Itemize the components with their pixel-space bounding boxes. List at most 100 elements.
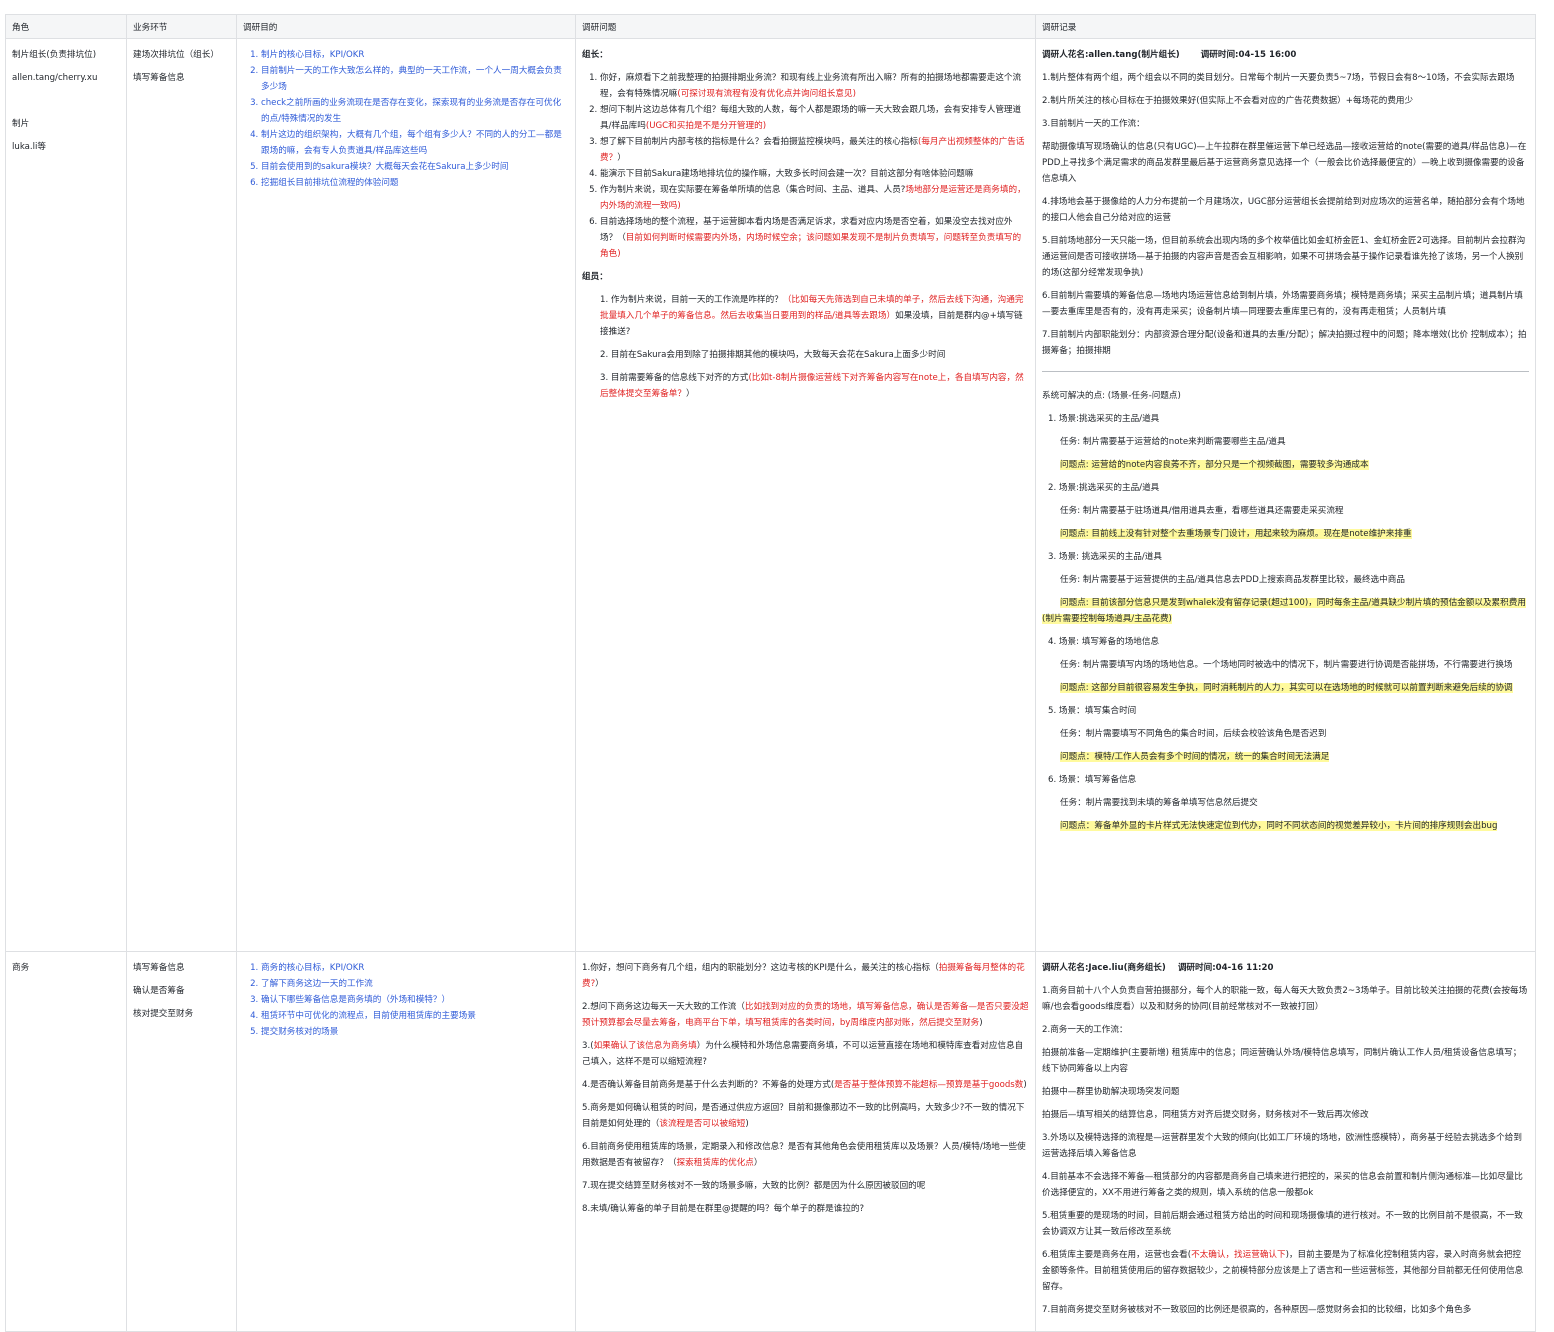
scene-line: 1. 场景:挑选采买的主品/道具 — [1048, 414, 1160, 424]
biz-cell: 填写筹备信息 确认是否筹备 核对提交至财务 — [126, 951, 237, 1332]
record-line: 拍摄前准备—定期维护(主要新增) 租赁库中的信息；同运营确认外场/模特信息填写，… — [1042, 1048, 1522, 1074]
header-row: 角色 业务环节 调研目的 调研问题 调研记录 — [5, 14, 1536, 39]
header-role: 角色 — [5, 14, 127, 39]
member-question: 1. 作为制片来说，目前一天的工作流是咋样的？（比如每天先筛选到自己未填的单子，… — [600, 295, 1024, 337]
task-line: 任务: 制片需要填写内场的场地信息。一个场地同时被选中的情况下，制片需要进行协调… — [1060, 660, 1513, 670]
question-item: 能演示下目前Sakura建场地排坑位的操作嘛，大致多长时间会建一次？目前这部分有… — [600, 166, 1029, 182]
questions-cell: 组长： 你好，麻烦看下之前我整理的拍摄排期业务流？和现有线上业务流有所出入嘛？所… — [575, 38, 1036, 952]
record-line: 1.制片整体有两个组，两个组会以不同的类目划分。日常每个制片一天要负责5~7场，… — [1042, 73, 1515, 83]
goal-item: 制片的核心目标，KPI/OKR — [261, 47, 569, 63]
question-item: 想问下制片这边总体有几个组？每组大致的人数，每个人都是跟场的嘛一天大致会跟几场，… — [600, 102, 1029, 134]
biz-line: 填写筹备信息 — [133, 963, 185, 973]
header-questions: 调研问题 — [575, 14, 1036, 39]
scene-line: 5. 场景：填写集合时间 — [1048, 706, 1137, 716]
records-cell: 调研人花名:Jace.liu(商务组长) 调研时间:04-16 11:20 1.… — [1035, 951, 1536, 1332]
issue-line: 问题点: 这部分目前很容易发生争执，同时消耗制片的人力，其实可以在选场地的时候就… — [1060, 683, 1513, 693]
goals-cell: 商务的核心目标，KPI/OKR 了解下商务这边一天的工作流 确认下哪些筹备信息是… — [236, 951, 576, 1332]
record-header: 调研人花名:Jace.liu(商务组长) 调研时间:04-16 11:20 — [1042, 963, 1274, 973]
question-item: 8.未填/确认筹备的单子目前是在群里@提醒的吗？每个单子的群是谁拉的? — [582, 1204, 865, 1214]
goals-list: 商务的核心目标，KPI/OKR 了解下商务这边一天的工作流 确认下哪些筹备信息是… — [243, 960, 569, 1040]
question-item: 2.想问下商务这边每天一天大致的工作流（比如找到对应的负责的场地，填写筹备信息，… — [582, 1002, 1029, 1028]
task-line: 任务: 制片需要基于驻场道具/借用道具去重，看哪些道具还需要走采买流程 — [1060, 506, 1344, 516]
record-line: 7.目前商务提交至财务被核对不一致驳回的比例还是很高的，各种原因—感觉财务会扣的… — [1042, 1305, 1472, 1315]
member-question: 3. 目前需要筹备的信息线下对齐的方式(比如t-8制片摄像运营线下对齐筹备内容写… — [600, 373, 1024, 399]
scene-line: 2. 场景:挑选采买的主品/道具 — [1048, 483, 1160, 493]
task-line: 任务: 制片需要基于运营给的note来判断需要哪些主品/道具 — [1060, 437, 1286, 447]
header-goals: 调研目的 — [236, 14, 576, 39]
goal-item: 挖掘组长目前排坑位流程的体验问题 — [261, 175, 569, 191]
record-line: 帮助摄像填写现场确认的信息(只有UGC)—上午拉群在群里催运营下单已经选品—接收… — [1042, 142, 1527, 184]
solve-title: 系统可解决的点: (场景-任务-问题点) — [1042, 391, 1181, 401]
record-line: 1.商务目前十八个人负责自营拍摄部分，每个人的职能一致，每人每天大致负责2~3场… — [1042, 986, 1528, 1012]
goal-item: 商务的核心目标，KPI/OKR — [261, 960, 569, 976]
record-line: 5.目前场地部分一天只能一场，但目前系统会出现内场的多个枚举值比如金虹桥金匠1、… — [1042, 236, 1526, 278]
question-item: 3.(如果确认了该信息为商务填）为什么模特和外场信息需要商务填，不可以运营直接在… — [582, 1041, 1024, 1067]
issue-line: 问题点: 运营给的note内容良莠不齐，部分只是一个视频截图，需要较多沟通成本 — [1060, 460, 1369, 470]
task-line: 任务：制片需要填写不同角色的集合时间，后续会校验该角色是否迟到 — [1060, 729, 1327, 739]
issue-line: 问题点：筹备单外显的卡片样式无法快速定位到代办，同时不同状态间的视觉差异较小，卡… — [1060, 821, 1498, 831]
goal-item: check之前所画的业务流现在是否存在变化，探索现有的业务流是否存在可优化的点/… — [261, 95, 569, 127]
question-item: 目前选择场地的整个流程，基于运营脚本看内场是否满足诉求，求看对应内场是否空着，如… — [600, 214, 1029, 262]
biz-line: 建场次排坑位（组长） — [133, 50, 219, 60]
question-item: 你好，麻烦看下之前我整理的拍摄排期业务流？和现有线上业务流有所出入嘛？所有的拍摄… — [600, 70, 1029, 102]
record-line: 2.制片所关注的核心目标在于拍摄效果好(但实际上不会看对应的广告花费数据）+每场… — [1042, 96, 1414, 106]
table-row-business: 商务 填写筹备信息 确认是否筹备 核对提交至财务 商务的核心目标，KPI/OKR… — [5, 951, 1536, 1332]
record-line: 2.商务一天的工作流： — [1042, 1025, 1128, 1035]
task-line: 任务：制片需要找到未填的筹备单填写信息然后提交 — [1060, 798, 1258, 808]
table-row-producer: 制片组长(负责排坑位) allen.tang/cherry.xu 制片 luka… — [5, 38, 1536, 952]
biz-line: 确认是否筹备 — [133, 986, 185, 996]
leader-questions: 你好，麻烦看下之前我整理的拍摄排期业务流？和现有线上业务流有所出入嘛？所有的拍摄… — [582, 70, 1029, 262]
goal-item: 目前会使用到的sakura模块？大概每天会花在Sakura上多少时间 — [261, 159, 569, 175]
question-item: 4.是否确认筹备目前商务是基于什么去判断的？不筹备的处理方式(是否基于整体预算不… — [582, 1080, 1027, 1090]
question-item: 1.你好，想问下商务有几个组，组内的职能划分？这边考核的KPI是什么，最关注的核… — [582, 963, 1025, 989]
record-line: 4.目前基本不会选择不筹备—租赁部分的内容都是商务自己填来进行把控的，采买的信息… — [1042, 1172, 1523, 1198]
header-records: 调研记录 — [1035, 14, 1536, 39]
member-question: 2. 目前在Sakura会用到除了拍摄排期其他的模块吗，大致每天会花在Sakur… — [600, 350, 946, 360]
goals-list: 制片的核心目标，KPI/OKR 目前制片一天的工作大致怎么样的，典型的一天工作流… — [243, 47, 569, 191]
biz-line: 核对提交至财务 — [133, 1009, 194, 1019]
scene-line: 6. 场景：填写筹备信息 — [1048, 775, 1137, 785]
goal-item: 提交财务核对的场景 — [261, 1024, 569, 1040]
goal-item: 目前制片一天的工作大致怎么样的，典型的一天工作流，一个人一周大概会负责多少场 — [261, 63, 569, 95]
role-line: 商务 — [12, 963, 30, 973]
issue-line: 问题点: 目前线上没有针对整个去重场景专门设计，用起来较为麻烦。现在是note维… — [1060, 529, 1412, 539]
records-cell: 调研人花名:allen.tang(制片组长) 调研时间:04-15 16:00 … — [1035, 38, 1536, 952]
record-line: 拍摄后—填写相关的结算信息，同租赁方对齐后提交财务，财务核对不一致后再次修改 — [1042, 1110, 1369, 1120]
goals-cell: 制片的核心目标，KPI/OKR 目前制片一天的工作大致怎么样的，典型的一天工作流… — [236, 38, 576, 952]
research-table: 角色 业务环节 调研目的 调研问题 调研记录 制片组长(负责排坑位) allen… — [5, 14, 1536, 1332]
goal-item: 制片这边的组织架构，大概有几个组，每个组有多少人？不同的人的分工—都是跟场的嘛，… — [261, 127, 569, 159]
role-line: allen.tang/cherry.xu — [12, 73, 98, 83]
question-item: 作为制片来说，现在实际要在筹备单所填的信息（集合时间、主品、道具、人员?场地部分… — [600, 182, 1029, 214]
role-cell: 制片组长(负责排坑位) allen.tang/cherry.xu 制片 luka… — [5, 38, 127, 952]
question-item: 6.目前商务使用租赁库的场景，定期录入和修改信息？是否有其他角色会使用租赁库以及… — [582, 1142, 1026, 1168]
record-line: 3.外场以及模特选择的流程是—运营群里发个大致的倾向(比如工厂环境的场地，欧洲性… — [1042, 1133, 1522, 1159]
question-item: 7.现在提交结算至财务核对不一致的场景多嘛，大致的比例？都是因为什么原因被驳回的… — [582, 1181, 926, 1191]
record-line: 4.排场地会基于摄像给的人力分布提前一个月建场次，UGC部分运营组长会提前给到对… — [1042, 197, 1525, 223]
issue-line: 问题点：模特/工作人员会有多个时间的情况，统一的集合时间无法满足 — [1060, 752, 1330, 762]
task-line: 任务: 制片需要基于运营提供的主品/道具信息去PDD上搜索商品发群里比较，最终选… — [1060, 575, 1405, 585]
divider — [1042, 371, 1529, 372]
record-line: 3.目前制片一天的工作流： — [1042, 119, 1145, 129]
record-line: 5.租赁重要的是现场的时间，目前后期会通过租赁方给出的时间和现场摄像填的进行核对… — [1042, 1211, 1523, 1237]
issue-line: 问题点: 目前该部分信息只是发到whalek没有留存记录(超过100)，同时每条… — [1042, 598, 1526, 624]
scene-line: 4. 场景: 填写筹备的场地信息 — [1048, 637, 1160, 647]
header-biz: 业务环节 — [126, 14, 237, 39]
role-line: 制片 — [12, 119, 30, 129]
questions-cell: 1.你好，想问下商务有几个组，组内的职能划分？这边考核的KPI是什么，最关注的核… — [575, 951, 1036, 1332]
goal-item: 租赁环节中可优化的流程点，目前使用租赁库的主要场景 — [261, 1008, 569, 1024]
leader-title: 组长： — [582, 50, 608, 60]
goal-item: 了解下商务这边一天的工作流 — [261, 976, 569, 992]
role-cell: 商务 — [5, 951, 127, 1332]
question-item: 想了解下目前制片内部考核的指标是什么？会看拍摄监控模块吗，最关注的核心指标(每月… — [600, 134, 1029, 166]
goal-item: 确认下哪些筹备信息是商务填的（外场和模特？） — [261, 992, 569, 1008]
role-line: luka.li等 — [12, 142, 47, 152]
record-line: 拍摄中—群里协助解决现场突发问题 — [1042, 1087, 1180, 1097]
record-header: 调研人花名:allen.tang(制片组长) 调研时间:04-15 16:00 — [1042, 50, 1297, 60]
role-line: 制片组长(负责排坑位) — [12, 50, 97, 60]
record-line: 6.目前制片需要填的筹备信息—场地内场运营信息给到制片填，外场需要商务填；模特是… — [1042, 291, 1523, 317]
record-line: 6.租赁库主要是商务在用，运营也会看(不太确认，找运营确认下)，目前主要是为了标… — [1042, 1250, 1524, 1292]
biz-cell: 建场次排坑位（组长） 填写筹备信息 — [126, 38, 237, 952]
member-title: 组员： — [582, 272, 608, 282]
biz-line: 填写筹备信息 — [133, 73, 185, 83]
question-item: 5.商务是如何确认租赁的时间，是否通过供应方返回？目前和摄像那边不一致的比例高吗… — [582, 1103, 1025, 1129]
